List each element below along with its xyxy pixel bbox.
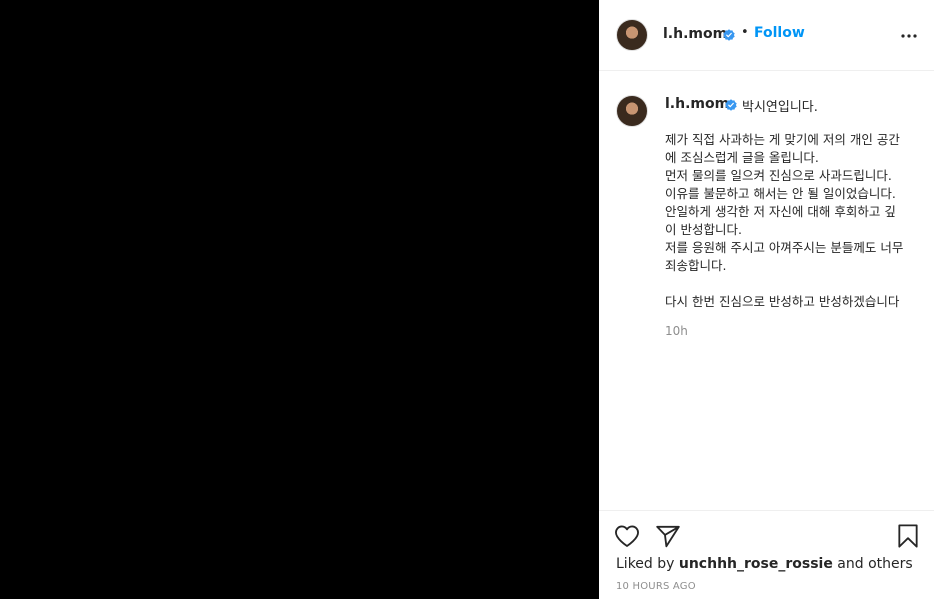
bookmark-icon[interactable] — [895, 523, 921, 549]
caption-line: 저를 응원해 주시고 아껴주시는 분들께도 너무 — [665, 240, 904, 255]
post-media[interactable] — [0, 0, 599, 599]
follow-button[interactable]: Follow — [754, 25, 805, 41]
caption-line: 이유를 불문하고 해서는 안 될 일이었습니다. — [665, 186, 896, 201]
caption-username[interactable]: l.h.mom — [665, 96, 729, 112]
liked-by-prefix: Liked by — [616, 556, 675, 572]
caption-line — [665, 275, 927, 293]
verified-badge-icon — [723, 28, 735, 41]
verified-badge-icon — [725, 98, 737, 111]
heart-icon[interactable] — [614, 523, 640, 549]
caption-line: 에 조심스럽게 글을 올립니다. — [665, 150, 819, 165]
caption-line: 안일하게 생각한 저 자신에 대해 후회하고 깊 — [665, 204, 896, 219]
caption-line: 먼저 물의를 일으켜 진심으로 사과드립니다. — [665, 168, 892, 183]
liker-username[interactable]: unchhh_rose_rossie — [679, 556, 833, 572]
caption-line: 제가 직접 사과하는 게 맞기에 저의 개인 공간 — [665, 132, 900, 147]
avatar[interactable] — [616, 95, 648, 127]
and-others-link[interactable]: and others — [837, 556, 912, 572]
caption-body: 제가 직접 사과하는 게 맞기에 저의 개인 공간 에 조심스럽게 글을 올립니… — [665, 131, 927, 311]
caption-line: 이 반성합니다. — [665, 222, 742, 237]
caption-timestamp[interactable]: 10h — [665, 324, 688, 338]
caption-line: 죄송합니다. — [665, 258, 727, 273]
more-options-icon[interactable] — [900, 29, 918, 43]
post-side-panel: l.h.mom • Follow l.h.mom 박시연입니다. 제가 직접 사… — [599, 0, 934, 599]
caption-first-line: 박시연입니다. — [742, 100, 818, 115]
caption-line: 다시 한번 진심으로 반성하고 반성하겠습니다 — [665, 294, 900, 309]
likes-summary: Liked by unchhh_rose_rossie and others — [616, 556, 913, 572]
post-time-ago: 10 HOURS AGO — [616, 581, 696, 592]
avatar[interactable] — [616, 19, 648, 51]
post-header: l.h.mom • Follow — [599, 0, 934, 71]
post-actions: Liked by unchhh_rose_rossie and others 1… — [599, 510, 934, 599]
post-caption: l.h.mom 박시연입니다. 제가 직접 사과하는 게 맞기에 저의 개인 공… — [599, 71, 934, 510]
header-username[interactable]: l.h.mom — [663, 26, 727, 42]
separator-dot: • — [741, 25, 749, 40]
paper-plane-icon[interactable] — [655, 523, 681, 549]
